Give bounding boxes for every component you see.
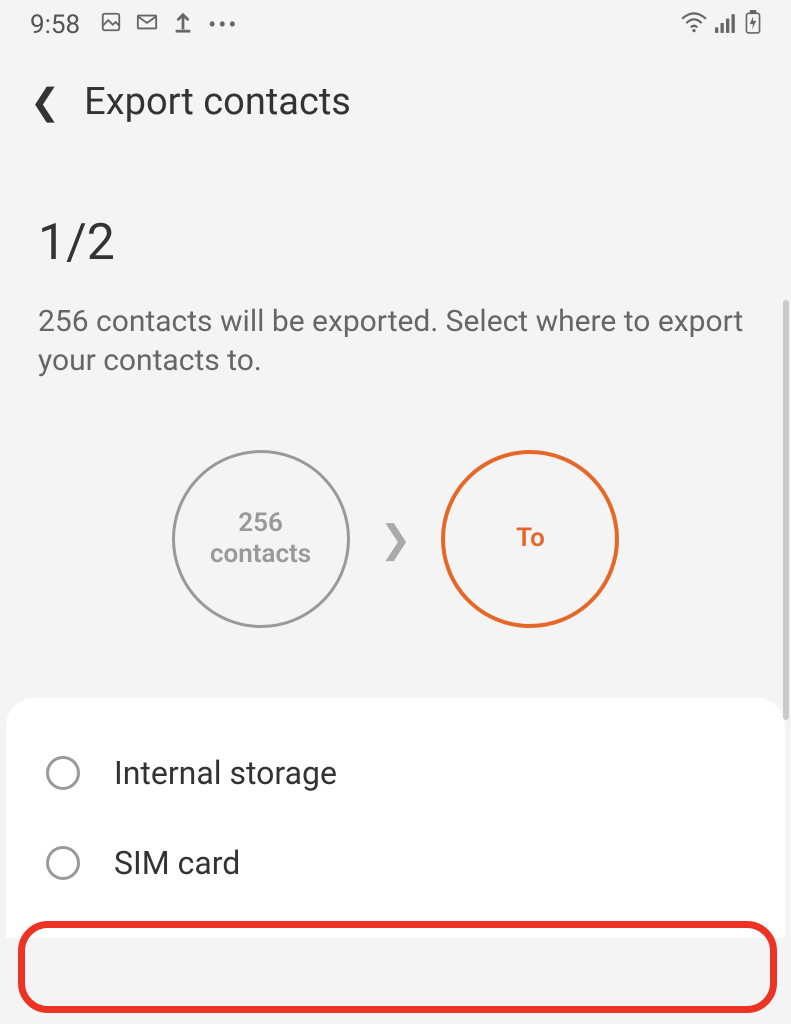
upload-icon bbox=[172, 10, 194, 40]
from-label: contacts bbox=[210, 539, 311, 570]
page-title: Export contacts bbox=[84, 80, 351, 124]
signal-icon bbox=[715, 10, 737, 40]
mail-icon bbox=[136, 10, 158, 40]
to-circle[interactable]: To bbox=[441, 450, 619, 628]
option-label: SIM card bbox=[114, 844, 240, 882]
status-left: 9:58 ••• bbox=[30, 10, 238, 40]
scrollbar[interactable] bbox=[783, 300, 789, 720]
back-button[interactable]: ❮ bbox=[30, 84, 60, 120]
option-label: Internal storage bbox=[114, 754, 337, 792]
to-label: To bbox=[516, 523, 545, 554]
gallery-icon bbox=[100, 10, 122, 40]
option-sim-card[interactable]: SIM card bbox=[6, 818, 785, 908]
from-count: 256 bbox=[238, 508, 283, 539]
status-bar: 9:58 ••• bbox=[0, 0, 791, 50]
more-icon: ••• bbox=[208, 11, 238, 39]
status-right bbox=[681, 10, 761, 41]
from-to-row: 256 contacts ❯ To bbox=[0, 420, 791, 698]
option-internal-storage[interactable]: Internal storage bbox=[6, 728, 785, 818]
status-time: 9:58 bbox=[30, 10, 80, 40]
battery-icon bbox=[745, 10, 761, 41]
export-description: 256 contacts will be exported. Select wh… bbox=[0, 292, 791, 420]
arrow-icon: ❯ bbox=[380, 517, 412, 562]
step-indicator: 1/2 bbox=[0, 144, 791, 292]
page-header: ❮ Export contacts bbox=[0, 50, 791, 144]
wifi-icon bbox=[681, 10, 707, 40]
destination-panel: Internal storage SIM card bbox=[6, 698, 785, 938]
from-circle: 256 contacts bbox=[172, 450, 350, 628]
radio-icon bbox=[46, 756, 80, 790]
radio-icon bbox=[46, 846, 80, 880]
